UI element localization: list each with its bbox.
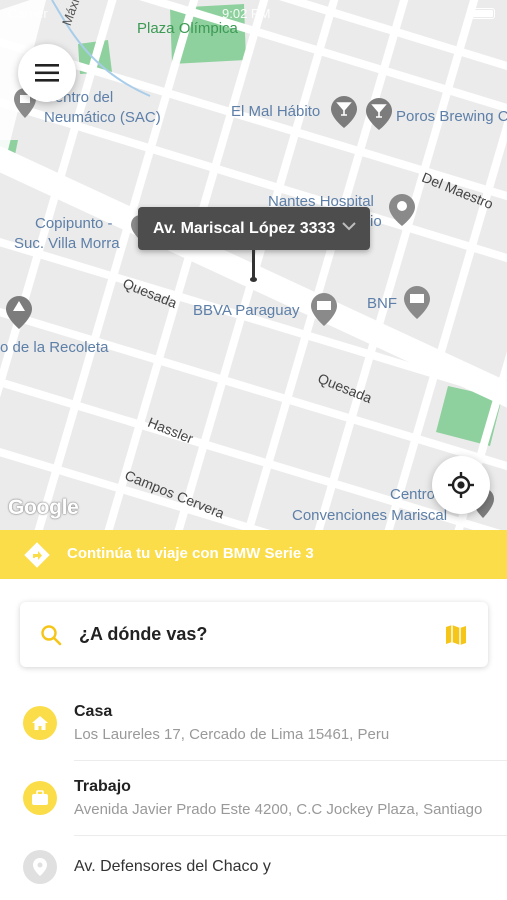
bank-marker-icon-2[interactable] <box>404 286 430 320</box>
map-view[interactable]: Plaza Olímpica Máximo L Centro del Neumá… <box>0 0 507 530</box>
map-label-centro-convenciones-2: Convenciones Mariscal <box>292 507 448 524</box>
map-label-el-mal-habito: El Mal Hábito <box>231 103 321 120</box>
directions-icon <box>24 542 50 568</box>
map-label-centro-neumatico-2: Neumático (SAC) <box>44 109 161 126</box>
search-placeholder: ¿A dónde vas? <box>79 624 208 644</box>
landmark-marker-icon[interactable] <box>6 296 32 330</box>
saved-place-address: Avenida Javier Prado Este 4200, C.C Jock… <box>74 801 483 818</box>
status-carrier: Carrier <box>8 6 48 21</box>
briefcase-icon <box>23 781 57 815</box>
status-time: 9:02 PM <box>222 6 271 21</box>
home-icon <box>23 706 57 740</box>
chevron-down-icon <box>342 222 356 231</box>
battery-icon <box>471 8 495 19</box>
banner-text: Continúa tu viaje con BMW Serie 3 <box>67 545 314 562</box>
location-pin-icon <box>23 850 57 884</box>
continue-trip-banner[interactable]: Continúa tu viaje con BMW Serie 3 <box>0 530 507 579</box>
pin-address-text: Av. Mariscal López 3333 <box>153 219 336 237</box>
recent-place-item[interactable]: Av. Defensores del Chaco y <box>0 836 507 900</box>
saved-place-work[interactable]: Trabajo Avenida Javier Prado Este 4200, … <box>0 761 507 835</box>
map-label-nantes-hospital-2: io <box>370 213 382 230</box>
bar-marker-icon[interactable] <box>331 96 357 128</box>
hamburger-icon <box>35 64 59 82</box>
map-label-centro-convenciones-1: Centro <box>390 486 436 503</box>
bar-marker-icon-2[interactable] <box>366 98 392 130</box>
saved-place-home[interactable]: Casa Los Laureles 17, Cercado de Lima 15… <box>0 686 507 760</box>
hospital-marker-icon[interactable] <box>389 194 415 226</box>
recent-place-title: Av. Defensores del Chaco y <box>74 858 271 875</box>
bank-marker-icon[interactable] <box>311 293 337 327</box>
menu-button[interactable] <box>18 44 76 102</box>
map-label-copipunto-2: Suc. Villa Morra <box>14 235 120 252</box>
search-icon <box>41 625 62 646</box>
saved-place-title: Casa <box>74 703 113 720</box>
map-label-bbva: BBVA Paraguay <box>193 302 300 319</box>
google-logo: Google <box>8 496 79 519</box>
my-location-button[interactable] <box>432 456 490 514</box>
map-label-copipunto-1: Copipunto - <box>35 215 113 232</box>
destination-search-field[interactable]: ¿A dónde vas? <box>20 602 488 667</box>
map-label-bnf: BNF <box>367 295 397 312</box>
saved-place-title: Trabajo <box>74 778 131 795</box>
map-label-recoleta: o de la Recoleta <box>0 339 109 356</box>
status-bar: Carrier 9:02 PM <box>0 0 507 26</box>
pin-dot <box>250 277 257 282</box>
crosshair-icon <box>448 472 474 498</box>
pin-stem <box>252 250 255 280</box>
saved-place-address: Los Laureles 17, Cercado de Lima 15461, … <box>74 726 390 743</box>
pin-address-bubble[interactable]: Av. Mariscal López 3333 <box>138 207 370 250</box>
map-label-poros-brewing: Poros Brewing C <box>396 108 507 125</box>
map-icon[interactable] <box>444 623 468 647</box>
